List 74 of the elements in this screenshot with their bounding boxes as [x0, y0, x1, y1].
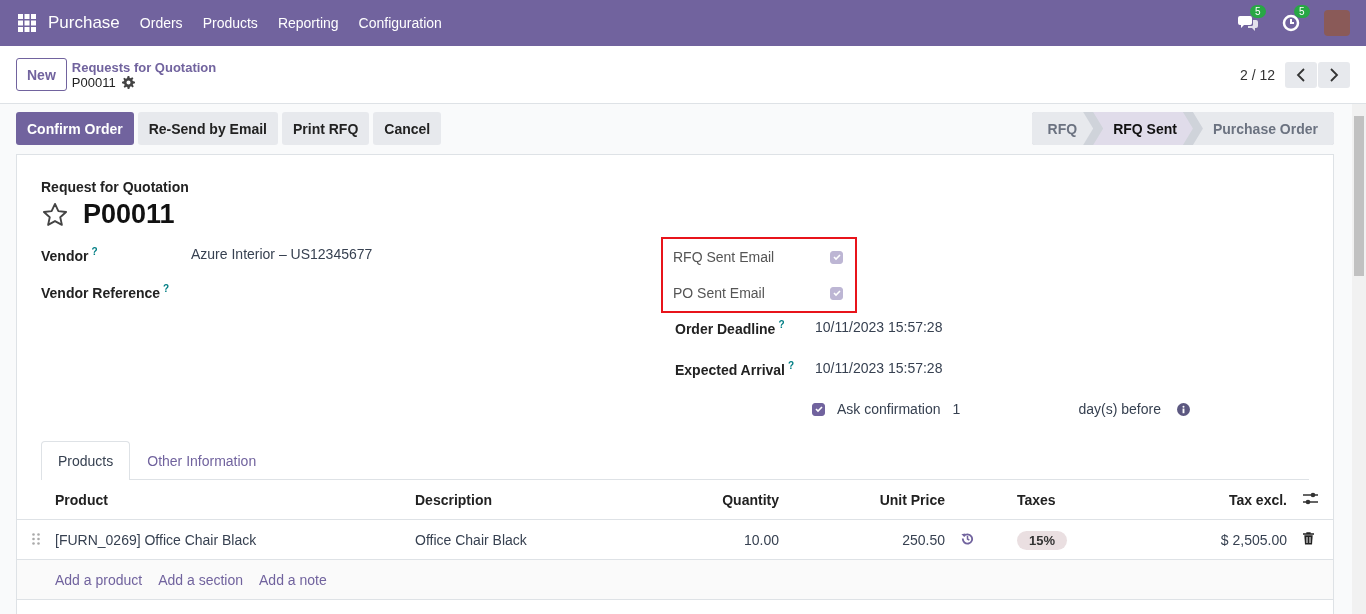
info-icon[interactable]: [1176, 402, 1190, 416]
clock-icon[interactable]: [1282, 14, 1300, 32]
field-label: Expected Arrival: [675, 361, 785, 378]
check-icon: [813, 404, 824, 414]
menu-item[interactable]: Products: [202, 15, 258, 31]
days-suffix: day(s) before: [1078, 401, 1161, 417]
action-button[interactable]: Cancel: [373, 112, 442, 145]
add-line-link[interactable]: Add a note: [259, 571, 327, 588]
table-cell: 10.00: [743, 531, 779, 548]
record-name: P00011: [71, 74, 116, 90]
status-step[interactable]: RFQ: [1031, 112, 1094, 145]
column-header[interactable]: Quantity: [722, 491, 779, 508]
checkbox[interactable]: [830, 250, 843, 264]
field-label: Vendor: [41, 247, 89, 264]
help-mark[interactable]: ?: [778, 319, 785, 330]
field-label: PO Sent Email: [673, 285, 765, 301]
field-value[interactable]: 10/11/2023 15:57:28: [815, 360, 943, 376]
table-cell: Office Chair Black: [415, 531, 527, 548]
table-cell: [FURN_0269] Office Chair Black: [55, 531, 257, 548]
field-label: Order Deadline: [675, 320, 776, 337]
trash-icon[interactable]: [1303, 531, 1314, 545]
apps-grid-icon[interactable]: [18, 14, 36, 32]
field-value[interactable]: Azure Interior – US12345677: [191, 246, 373, 262]
menu-item[interactable]: Reporting: [277, 15, 339, 31]
check-icon: [831, 288, 842, 298]
help-mark[interactable]: ?: [163, 283, 170, 294]
action-button[interactable]: Confirm Order: [16, 112, 134, 145]
sliders-icon[interactable]: [1303, 491, 1318, 505]
gear-icon[interactable]: [121, 75, 135, 89]
field-label: RFQ Sent Email: [673, 249, 775, 265]
action-button[interactable]: Print RFQ: [281, 112, 370, 145]
next-button[interactable]: [1318, 61, 1350, 88]
column-header[interactable]: Product: [55, 491, 108, 508]
action-button[interactable]: Re-Send by Email: [137, 112, 278, 145]
new-button[interactable]: New: [16, 58, 67, 91]
column-header[interactable]: Description: [415, 491, 492, 508]
scrollbar[interactable]: [1352, 104, 1366, 614]
pager-text: 2 / 12: [1239, 66, 1275, 83]
help-mark[interactable]: ?: [91, 246, 98, 257]
column-header[interactable]: Taxes: [1017, 491, 1056, 508]
column-header[interactable]: Tax excl.: [1228, 491, 1287, 508]
menu-item[interactable]: Configuration: [358, 15, 442, 31]
chevron-left-icon: [1296, 66, 1306, 83]
tax-tag: 15%: [1017, 530, 1068, 550]
add-line-link[interactable]: Add a product: [55, 571, 143, 588]
chat-bubbles-icon[interactable]: [1238, 14, 1258, 32]
field-label: Vendor Reference: [41, 284, 161, 301]
column-header[interactable]: Unit Price: [879, 491, 945, 508]
drag-handle-icon[interactable]: [32, 532, 40, 545]
checkbox-label: Ask confirmation: [837, 401, 941, 417]
notification-count: 5: [1294, 5, 1310, 18]
tab[interactable]: Products: [41, 441, 131, 480]
checkbox[interactable]: [812, 402, 825, 416]
menu-item[interactable]: Orders: [139, 15, 183, 31]
checkbox[interactable]: [830, 286, 843, 300]
status-step[interactable]: RFQ Sent: [1093, 112, 1193, 145]
form-title-label: Request for Quotation: [41, 179, 190, 195]
notification-count: 5: [1250, 5, 1266, 18]
previous-button[interactable]: [1285, 61, 1317, 88]
breadcrumb-link[interactable]: Requests for Quotation: [71, 59, 217, 75]
record-title: P00011: [83, 199, 175, 230]
status-step[interactable]: Purchase Order: [1192, 112, 1334, 145]
chevron-right-icon: [1329, 66, 1339, 83]
star-icon[interactable]: [41, 200, 69, 229]
help-mark[interactable]: ?: [788, 360, 795, 371]
days-value[interactable]: 1: [952, 401, 1079, 417]
tab[interactable]: Other Information: [130, 441, 274, 480]
add-line-link[interactable]: Add a section: [158, 571, 243, 588]
field-value[interactable]: 10/11/2023 15:57:28: [815, 319, 943, 335]
table-cell: 250.50: [902, 531, 945, 548]
app-name[interactable]: Purchase: [48, 13, 120, 33]
table-cell: $ 2,505.00: [1220, 531, 1287, 548]
history-icon[interactable]: [961, 531, 974, 545]
check-icon: [831, 252, 842, 262]
